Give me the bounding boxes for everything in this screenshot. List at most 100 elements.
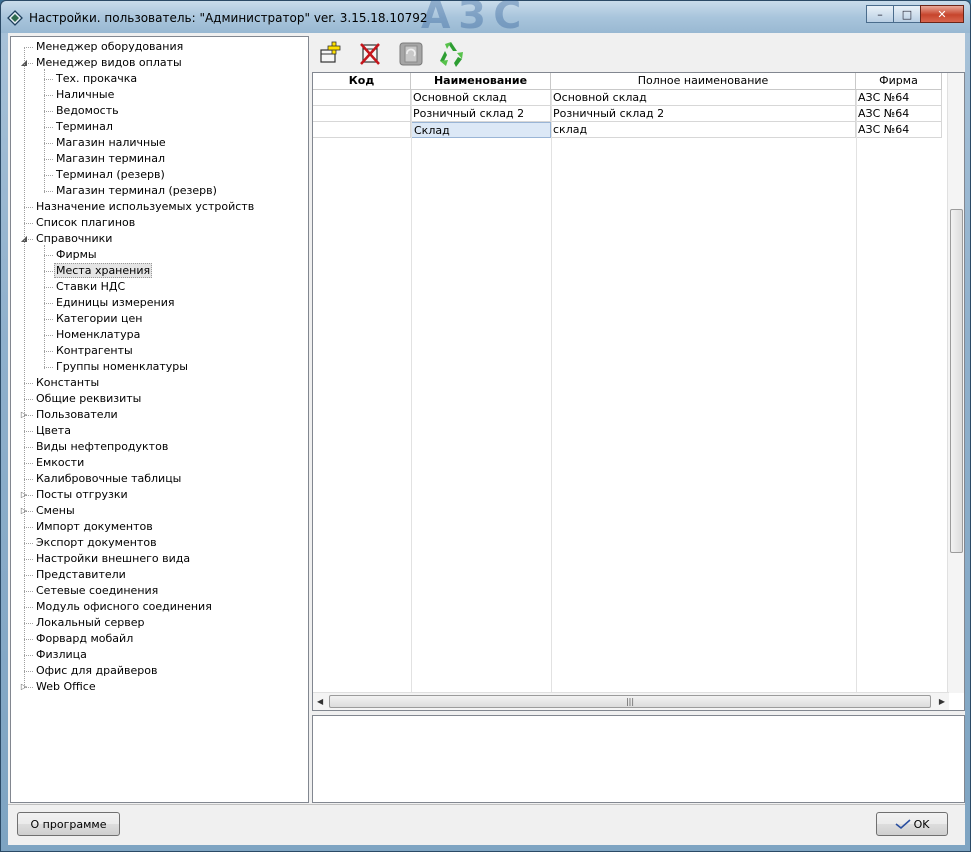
tree-item[interactable]: Емкости [34, 455, 86, 471]
tree-item[interactable]: Калибровочные таблицы [34, 471, 183, 487]
tree-item[interactable]: Менеджер видов оплаты [34, 55, 184, 71]
tree-item-label: Тех. прокачка [56, 72, 138, 85]
tree-item[interactable]: Менеджер оборудования [34, 39, 185, 55]
tree-item[interactable]: Магазин терминал (резерв) [54, 183, 219, 199]
tree-item-label: Физлица [36, 648, 87, 661]
add-record-icon [320, 41, 341, 63]
tree-item[interactable]: Модуль офисного соединения [34, 599, 214, 615]
column-divider [856, 90, 857, 704]
title-watermark: АЗС [421, 0, 530, 37]
tree-item[interactable]: Офис для драйверов [34, 663, 159, 679]
tree-item-label: Категории цен [56, 312, 143, 325]
tree-item[interactable]: Список плагинов [34, 215, 137, 231]
table-cell[interactable]: АЗС №64 [856, 90, 942, 106]
tree-item[interactable]: Представители [34, 567, 128, 583]
tree-connector [44, 351, 53, 352]
table-cell[interactable]: Розничный склад 2 [411, 106, 551, 122]
column-header[interactable]: Полное наименование [551, 73, 856, 90]
ok-button[interactable]: OK [876, 812, 948, 836]
tree-item[interactable]: Сетевые соединения [34, 583, 160, 599]
tree-item[interactable]: Тех. прокачка [54, 71, 139, 87]
table-row[interactable]: Основной склад Основной склад АЗС №64 [313, 90, 942, 106]
tree-connector [44, 335, 53, 336]
tree-item[interactable]: Посты отгрузки [34, 487, 130, 503]
tree-item[interactable]: Смены [34, 503, 77, 519]
tree-item[interactable]: Цвета [34, 423, 73, 439]
tree-item[interactable]: Пользователи [34, 407, 120, 423]
vertical-scroll-thumb[interactable] [950, 209, 963, 553]
tree-item[interactable]: Категории цен [54, 311, 144, 327]
table-row[interactable]: Склад склад АЗС №64 [313, 122, 942, 138]
tree-item[interactable]: Группы номенклатуры [54, 359, 190, 375]
tree-connector [24, 591, 33, 592]
horizontal-scrollbar[interactable]: ◀ ||| ▶ [313, 692, 949, 710]
table-cell[interactable] [313, 122, 411, 138]
table-cell[interactable]: склад [551, 122, 856, 138]
table-cell[interactable]: Склад [411, 122, 551, 138]
table-cell[interactable]: Розничный склад 2 [551, 106, 856, 122]
refresh-button[interactable] [436, 39, 466, 69]
tree-item[interactable]: Наличные [54, 87, 116, 103]
tree-item[interactable]: Локальный сервер [34, 615, 146, 631]
tree-item-label: Локальный сервер [36, 616, 145, 629]
tree-item-label: Контрагенты [56, 344, 133, 357]
tree-item[interactable]: Терминал (резерв) [54, 167, 167, 183]
tree-item[interactable]: Справочники [34, 231, 114, 247]
about-button[interactable]: О программе [17, 812, 120, 836]
tree-item[interactable]: Фирмы [54, 247, 99, 263]
tree-item[interactable]: Физлица [34, 647, 89, 663]
maximize-button[interactable]: □ [893, 5, 921, 23]
column-header[interactable]: Фирма [856, 73, 942, 90]
tree-connector [24, 479, 33, 480]
column-header[interactable]: Наименование [411, 73, 551, 90]
table-cell[interactable] [313, 106, 411, 122]
edit-button[interactable] [396, 39, 426, 69]
tree-connector [44, 111, 53, 112]
tree-item[interactable]: Магазин наличные [54, 135, 168, 151]
settings-tree[interactable]: Менеджер оборудования Менеджер видов опла… [10, 36, 309, 803]
tree-connector [24, 447, 33, 448]
tree-item-label: Номенклатура [56, 328, 141, 341]
horizontal-scroll-thumb[interactable]: ||| [329, 695, 931, 708]
delete-button[interactable] [356, 39, 386, 69]
tree-item[interactable]: Номенклатура [54, 327, 142, 343]
table-row[interactable]: Розничный склад 2 Розничный склад 2 АЗС №6… [313, 106, 942, 122]
tree-item[interactable]: Форвард мобайл [34, 631, 135, 647]
tree-item[interactable]: Места хранения [54, 263, 153, 279]
tree-item-label: Ведомость [56, 104, 119, 117]
tree-item[interactable]: Web Office [34, 679, 98, 695]
scroll-right-icon[interactable]: ▶ [939, 697, 945, 706]
tree-item[interactable]: Ведомость [54, 103, 121, 119]
table-cell[interactable]: АЗС №64 [856, 106, 942, 122]
tree-item[interactable]: Магазин терминал [54, 151, 167, 167]
tree-item[interactable]: Ставки НДС [54, 279, 127, 295]
table-cell[interactable] [313, 90, 411, 106]
tree-item[interactable]: Виды нефтепродуктов [34, 439, 170, 455]
tree-item[interactable]: Назначение используемых устройств [34, 199, 256, 215]
close-button[interactable]: ✕ [920, 5, 964, 23]
vertical-scrollbar[interactable] [947, 73, 964, 693]
tree-connector [24, 639, 33, 640]
table-cell[interactable]: АЗС №64 [856, 122, 942, 138]
minimize-button[interactable]: – [866, 5, 894, 23]
tree-item-label: Места хранения [54, 263, 153, 278]
tree-item[interactable]: Общие реквизиты [34, 391, 143, 407]
table-cell[interactable]: Основной склад [411, 90, 551, 106]
column-header[interactable]: Код [313, 73, 411, 90]
tree-item[interactable]: Экспорт документов [34, 535, 159, 551]
storage-grid[interactable]: Код Наименование Полное наименование Фирма … [312, 72, 965, 711]
tree-item[interactable]: Настройки внешнего вида [34, 551, 192, 567]
scroll-left-icon[interactable]: ◀ [317, 697, 323, 706]
tree-item[interactable]: Константы [34, 375, 101, 391]
tree-item[interactable]: Контрагенты [54, 343, 135, 359]
tree-connector [24, 543, 33, 544]
tree-item[interactable]: Терминал [54, 119, 115, 135]
tree-item-label: Представители [36, 568, 126, 581]
table-cell[interactable]: Основной склад [551, 90, 856, 106]
tree-item[interactable]: Импорт документов [34, 519, 155, 535]
title-bar[interactable]: АЗС Настройки. пользователь: "Администра… [1, 0, 970, 37]
tree-item-label: Наличные [56, 88, 115, 101]
tree-item-label: Ставки НДС [56, 280, 126, 293]
add-button[interactable] [316, 39, 346, 69]
tree-item[interactable]: Единицы измерения [54, 295, 177, 311]
